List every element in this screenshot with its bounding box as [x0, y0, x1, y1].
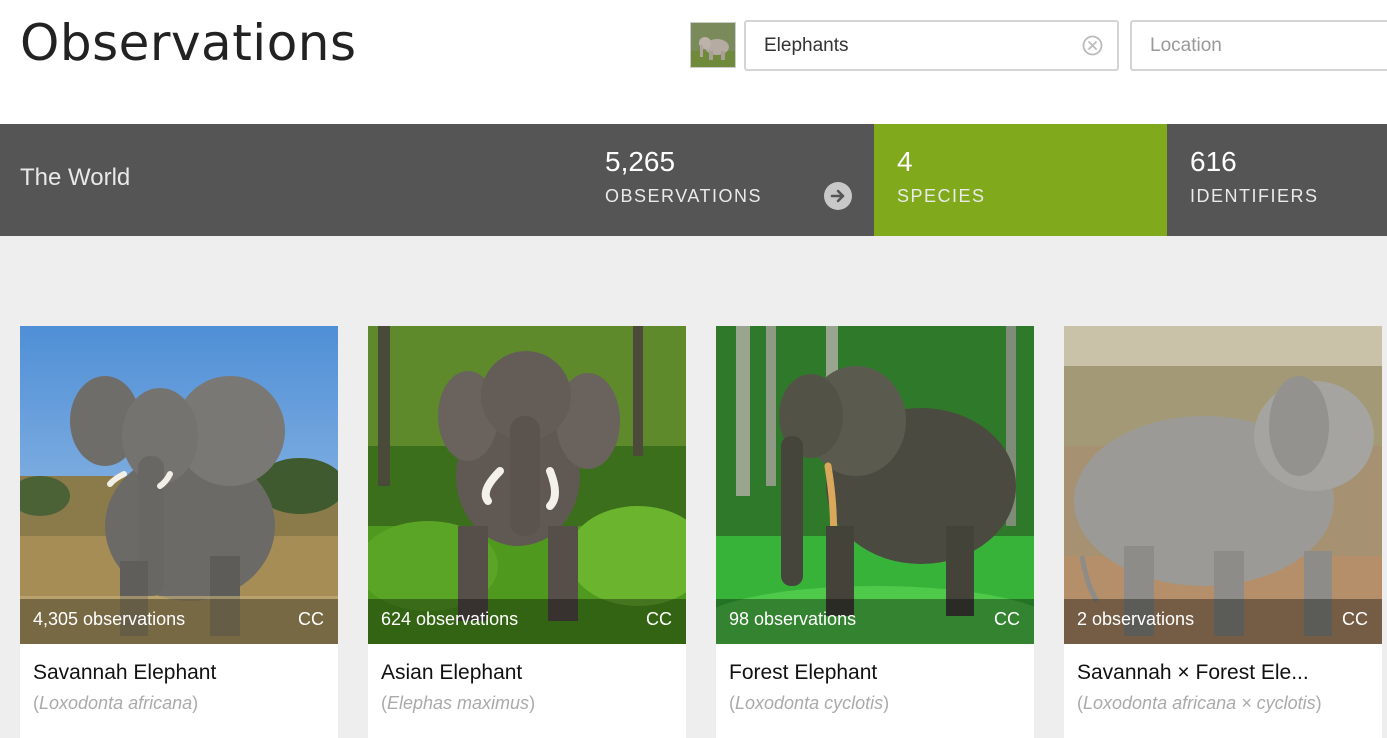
license-badge[interactable]: CC — [298, 609, 324, 630]
scientific-name-text: Loxodonta africana — [39, 693, 193, 713]
observation-count: 4,305 observations — [33, 609, 186, 629]
observations-count: 5,265 — [605, 146, 676, 177]
species-card[interactable]: 98 observations CC Forest Elephant (Loxo… — [716, 326, 1034, 738]
arrow-right-icon[interactable] — [824, 182, 852, 210]
scientific-name-text: Elephas maximus — [387, 693, 530, 713]
location-search-field[interactable] — [1130, 20, 1387, 71]
species-count: 4 — [897, 146, 913, 177]
common-name[interactable]: Savannah Elephant — [33, 661, 216, 685]
photo-overlay: 98 observations CC — [716, 599, 1034, 644]
page-title: Observations — [20, 14, 357, 72]
tab-observations[interactable]: 5,265 OBSERVATIONS — [574, 124, 874, 236]
stats-bar: The World 5,265 OBSERVATIONS 4 SPECIES 6… — [0, 124, 1387, 236]
elephant-thumbnail-image — [691, 23, 735, 67]
species-grid: 4,305 observations CC Savannah Elephant … — [0, 236, 1387, 738]
species-card[interactable]: 624 observations CC Asian Elephant (Elep… — [368, 326, 686, 738]
scientific-name-text: Loxodonta africana × cyclotis — [1083, 693, 1316, 713]
species-photo[interactable]: 2 observations CC — [1064, 326, 1382, 644]
species-photo[interactable]: 4,305 observations CC — [20, 326, 338, 644]
species-label: SPECIES — [897, 186, 986, 206]
observation-count: 98 observations — [729, 609, 857, 629]
species-photo[interactable]: 98 observations CC — [716, 326, 1034, 644]
taxon-search-input[interactable] — [746, 22, 1117, 69]
species-card[interactable]: 4,305 observations CC Savannah Elephant … — [20, 326, 338, 738]
location-search-input[interactable] — [1132, 22, 1387, 69]
license-badge[interactable]: CC — [646, 609, 672, 630]
observation-count: 624 observations — [381, 609, 519, 629]
photo-overlay: 624 observations CC — [368, 599, 686, 644]
scientific-name: (Loxodonta cyclotis) — [729, 693, 890, 713]
license-badge[interactable]: CC — [994, 609, 1020, 630]
page-header: Observations — [0, 0, 1387, 124]
common-name[interactable]: Asian Elephant — [381, 661, 522, 685]
photo-overlay: 2 observations CC — [1064, 599, 1382, 644]
scientific-name: (Loxodonta africana) — [33, 693, 199, 713]
taxon-search-field[interactable] — [744, 20, 1119, 71]
license-badge[interactable]: CC — [1342, 609, 1368, 630]
common-name[interactable]: Forest Elephant — [729, 661, 877, 685]
species-photo[interactable]: 624 observations CC — [368, 326, 686, 644]
place-name[interactable]: The World — [20, 164, 130, 192]
clear-search-icon[interactable] — [1082, 35, 1103, 56]
scientific-name-text: Loxodonta cyclotis — [735, 693, 884, 713]
scientific-name: (Elephas maximus) — [381, 693, 536, 713]
observation-count: 2 observations — [1077, 609, 1195, 629]
photo-overlay: 4,305 observations CC — [20, 599, 338, 644]
identifiers-count: 616 — [1190, 146, 1237, 177]
scientific-name: (Loxodonta africana × cyclotis) — [1077, 693, 1322, 713]
observations-label: OBSERVATIONS — [605, 186, 763, 206]
common-name[interactable]: Savannah × Forest Ele... — [1077, 661, 1309, 685]
species-card[interactable]: 2 observations CC Savannah × Forest Ele.… — [1064, 326, 1382, 738]
tab-identifiers[interactable]: 616 IDENTIFIERS — [1167, 124, 1387, 236]
tab-species[interactable]: 4 SPECIES — [874, 124, 1167, 236]
taxon-thumbnail[interactable] — [690, 22, 736, 68]
identifiers-label: IDENTIFIERS — [1190, 186, 1319, 206]
